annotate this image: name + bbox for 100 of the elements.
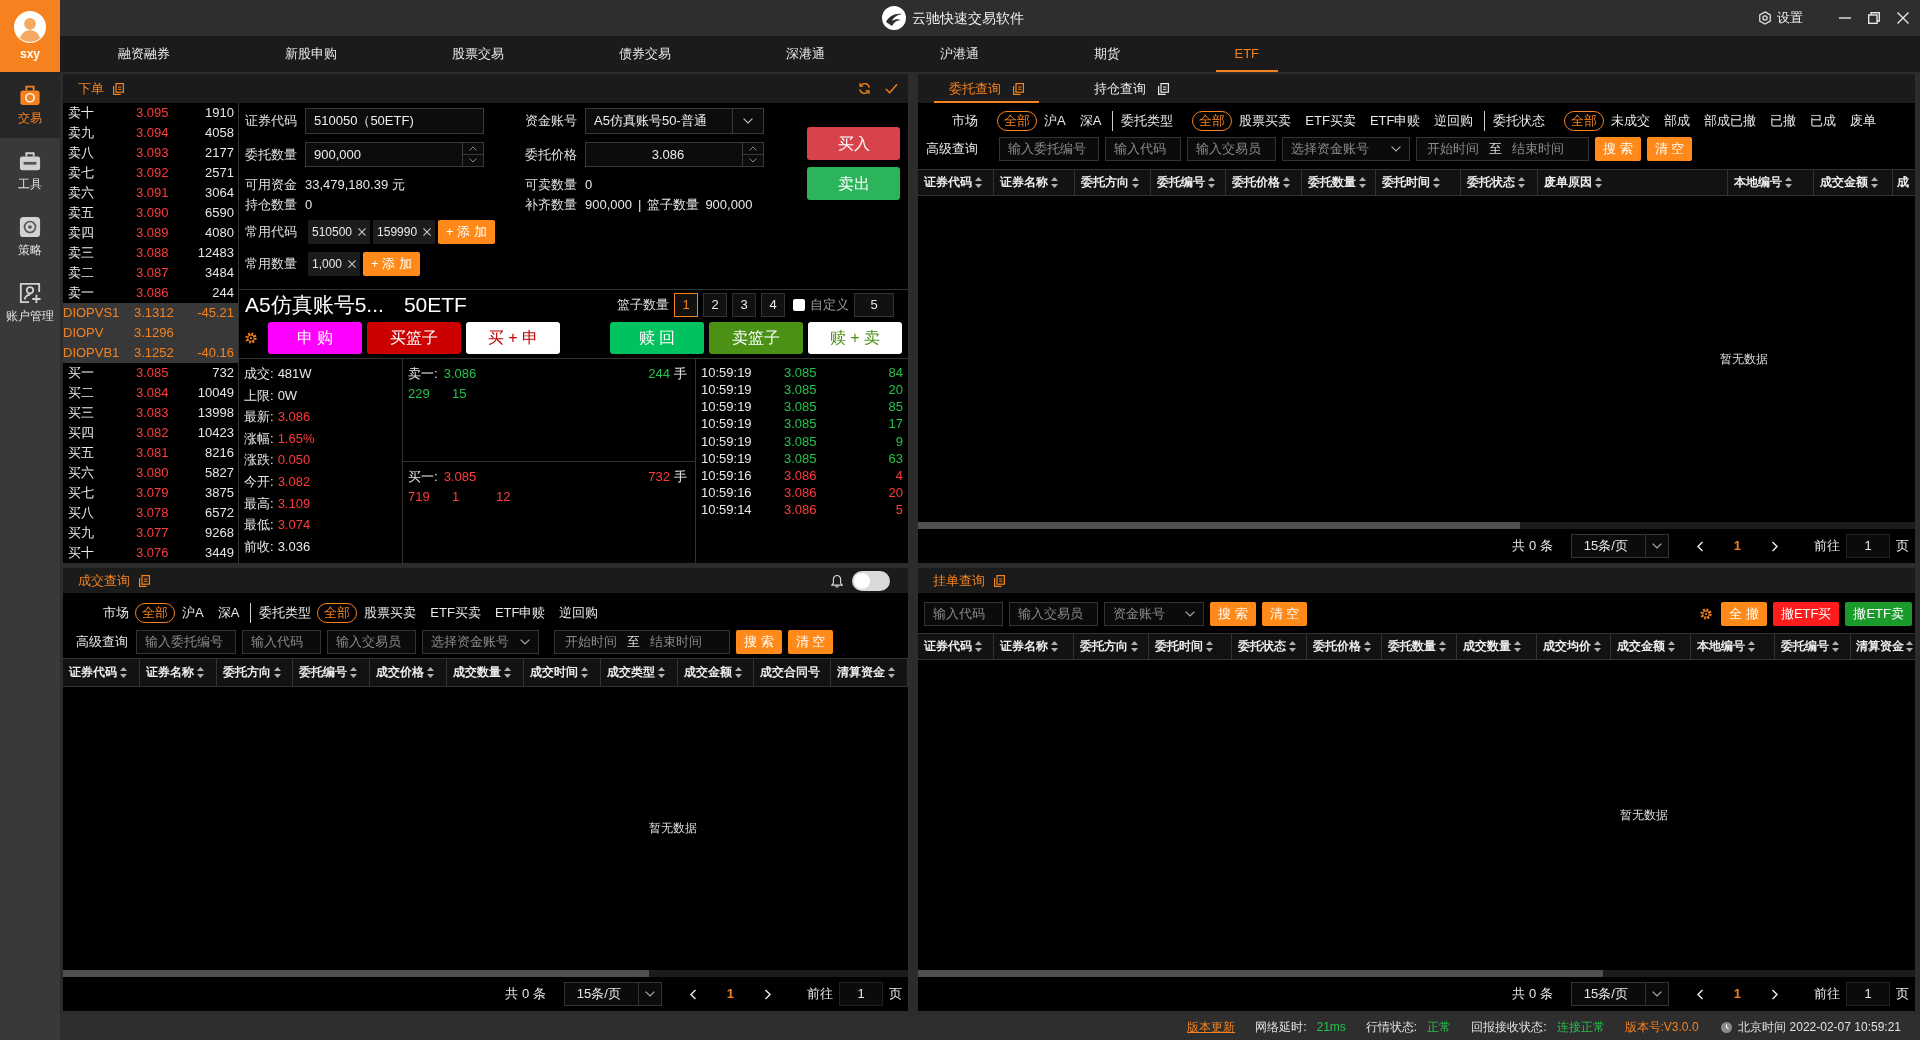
buy-basket-button[interactable]: 买篮子 [367,322,461,354]
nav-tab[interactable]: 期货 [1074,36,1139,72]
sort-icon[interactable] [1906,641,1913,652]
account-select[interactable]: 选择资金账号 [422,630,539,654]
column-header[interactable]: 委托方向 [1074,634,1149,659]
column-header[interactable]: 成交合同号 [754,659,832,686]
column-header[interactable]: 废单原因 [1538,170,1728,195]
copy-icon[interactable] [113,82,124,95]
page-number[interactable]: 1 [1733,986,1741,1002]
sort-icon[interactable] [1359,177,1366,188]
filter-option[interactable]: 逆回购 [552,603,606,623]
column-header[interactable]: 成交时间 [523,659,601,686]
nav-tab[interactable]: 债券交易 [599,36,690,72]
code-chip[interactable]: 510500 [308,220,371,244]
cancel-buy-button[interactable]: 撤ETF买 [1772,602,1840,626]
search-field[interactable]: 输入代码 [1105,137,1181,161]
copy-icon[interactable] [1013,82,1024,95]
sort-icon[interactable] [975,177,982,188]
scrollbar-thumb[interactable] [63,970,649,977]
page-input[interactable]: 1 [1846,982,1890,1006]
column-header[interactable]: 委托编号 [1775,634,1851,659]
sort-icon[interactable] [1433,177,1440,188]
code-chip[interactable]: 159990 [373,220,436,244]
column-header[interactable]: 成交金额 [1611,634,1691,659]
sort-icon[interactable] [1283,177,1290,188]
redeem-sell-button[interactable]: 赎 + 卖 [808,322,902,354]
close-icon[interactable] [1897,12,1909,24]
column-header[interactable]: 成交类型 [600,659,678,686]
column-header[interactable]: 委托状态 [1232,634,1307,659]
horizontal-scrollbar[interactable] [63,970,908,977]
sort-icon[interactable] [350,667,358,678]
column-header[interactable]: 成交金额 [1814,170,1893,195]
sort-icon[interactable] [1439,641,1446,652]
scrollbar-thumb[interactable] [918,970,1603,977]
sort-icon[interactable] [1051,641,1058,652]
sidebar-item[interactable]: 账户管理 [0,270,60,336]
sort-icon[interactable] [734,667,742,678]
chevron-right-icon[interactable] [1771,540,1779,552]
search-field[interactable]: 输入委托编号 [999,137,1099,161]
column-header[interactable]: 委托方向 [216,659,294,686]
column-header[interactable]: 证券代码 [918,634,994,659]
nav-tab[interactable]: 股票交易 [432,36,523,72]
filter-option[interactable]: ETF申赎 [1362,111,1428,131]
nav-tab[interactable]: 深港通 [766,36,844,72]
fund-account-select[interactable]: A5仿真账号50-普通 [585,108,764,134]
column-header[interactable]: 本地编号 [1728,170,1814,195]
security-code-field[interactable]: 510050（50ETF) [305,108,484,134]
chevron-left-icon[interactable] [688,988,697,1000]
page-number[interactable]: 1 [726,986,734,1002]
check-icon[interactable] [885,82,898,95]
filter-option[interactable]: 已撤 [1763,111,1804,131]
sort-icon[interactable] [975,641,982,652]
sort-icon[interactable] [1514,641,1521,652]
copy-icon[interactable] [1158,82,1169,95]
column-header[interactable]: 证券代码 [63,659,140,686]
filter-option[interactable]: ETF买卖 [423,603,488,623]
sort-icon[interactable] [196,667,204,678]
copy-icon[interactable] [994,574,1005,587]
sidebar-item[interactable]: 策略 [0,204,60,270]
filter-option[interactable]: 股票买卖 [1232,111,1299,131]
column-header[interactable]: 成交数量 [1457,634,1537,659]
toggle-switch[interactable] [852,570,890,591]
search-field[interactable]: 输入委托编号 [136,630,236,654]
date-range-field[interactable]: 开始时间 至 结束时间 [1416,137,1589,161]
horizontal-scrollbar[interactable] [918,522,1915,529]
page-input[interactable]: 1 [1846,534,1890,558]
nav-tab[interactable]: 融资融券 [98,36,189,72]
column-header[interactable]: 成 [1893,170,1915,195]
filter-option[interactable]: 未成交 [1604,111,1658,131]
sort-icon[interactable] [888,667,896,678]
sort-icon[interactable] [1594,641,1601,652]
sort-icon[interactable] [1595,177,1602,188]
sort-icon[interactable] [1785,177,1792,188]
version-update-link[interactable]: 版本更新 [1187,1020,1236,1035]
filter-option[interactable]: 部成已撤 [1697,111,1764,131]
sort-icon[interactable] [657,667,665,678]
filter-option[interactable]: 沪A [1037,111,1073,131]
sort-icon[interactable] [1871,177,1878,188]
copy-icon[interactable] [139,574,150,587]
chevron-left-icon[interactable] [1695,540,1704,552]
page-size-select[interactable]: 15条/页 [1570,982,1669,1006]
column-header[interactable]: 委托时间 [1149,634,1232,659]
filter-option[interactable]: 部成 [1657,111,1698,131]
settings-button[interactable]: 设置 [1758,10,1803,26]
refresh-icon[interactable] [858,82,871,95]
sort-icon[interactable] [120,667,127,678]
basket-option[interactable]: 4 [761,293,785,317]
remove-icon[interactable] [348,260,357,268]
page-size-select[interactable]: 15条/页 [563,982,662,1006]
page-number[interactable]: 1 [1733,538,1741,554]
search-field[interactable]: 输入代码 [924,602,1003,626]
filter-option[interactable]: 股票买卖 [357,603,424,623]
buy-subscribe-button[interactable]: 买 + 申 [466,322,560,354]
column-header[interactable]: 证券名称 [994,634,1074,659]
column-header[interactable]: 成交均价 [1537,634,1611,659]
filter-option[interactable]: 深A [210,603,247,623]
remove-icon[interactable] [358,228,367,236]
column-header[interactable]: 清算资金 [831,659,908,686]
price-field[interactable]: 3.086 [585,142,764,167]
settings-icon[interactable] [1700,608,1713,620]
